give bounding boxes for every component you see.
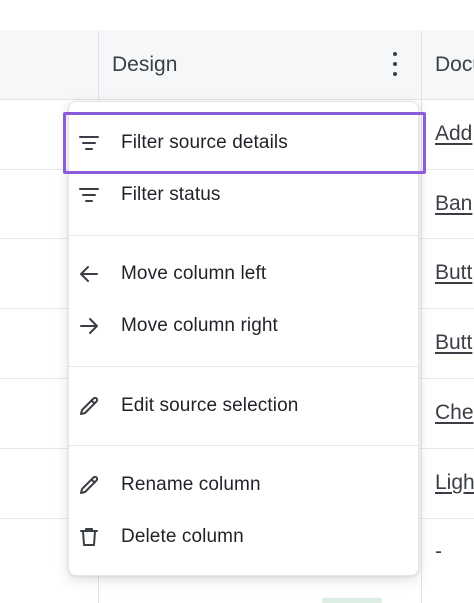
menu-item-label: Delete column <box>121 526 244 547</box>
status-chip <box>322 598 382 603</box>
filter-icon <box>77 131 101 155</box>
table-cell-link[interactable]: Add <box>435 120 474 148</box>
menu-item-label: Edit source selection <box>121 395 299 416</box>
table-cell-link[interactable]: Ban <box>435 190 474 218</box>
table-cell-empty: - <box>435 540 442 563</box>
table-top-band <box>0 0 474 31</box>
menu-item-edit-source-selection[interactable]: Edit source selection <box>63 382 420 430</box>
pencil-icon <box>77 473 101 497</box>
column-header-design[interactable]: Design <box>112 30 177 99</box>
menu-item-filter-source-details[interactable]: Filter source details <box>63 112 426 174</box>
pencil-icon <box>77 394 101 418</box>
column-header-document[interactable]: Document <box>435 30 474 99</box>
table-cell-link[interactable]: Che <box>435 399 474 427</box>
menu-item-move-column-left[interactable]: Move column left <box>63 250 420 298</box>
menu-item-label: Filter status <box>121 184 221 205</box>
menu-item-move-column-right[interactable]: Move column right <box>63 302 420 350</box>
menu-item-label: Move column left <box>121 263 267 284</box>
table-cell-link[interactable]: Ligh <box>435 469 474 497</box>
menu-divider <box>69 235 418 236</box>
menu-divider <box>69 445 418 446</box>
arrow-left-icon <box>77 262 101 286</box>
menu-item-label: Rename column <box>121 474 261 495</box>
menu-item-rename-column[interactable]: Rename column <box>63 461 420 509</box>
menu-divider <box>69 366 418 367</box>
menu-item-label: Move column right <box>121 315 278 336</box>
table-cell-link[interactable]: Butt <box>435 259 474 287</box>
column-options-kebab-icon[interactable] <box>386 50 404 78</box>
menu-item-filter-status[interactable]: Filter status <box>63 171 420 219</box>
menu-item-label: Filter source details <box>121 132 288 153</box>
filter-icon <box>77 183 101 207</box>
trash-icon <box>77 525 101 549</box>
arrow-right-icon <box>77 314 101 338</box>
column-context-menu: Filter source details Filter status Move… <box>63 101 426 576</box>
table-cell-link[interactable]: Butt <box>435 329 474 357</box>
menu-item-delete-column[interactable]: Delete column <box>63 513 420 561</box>
